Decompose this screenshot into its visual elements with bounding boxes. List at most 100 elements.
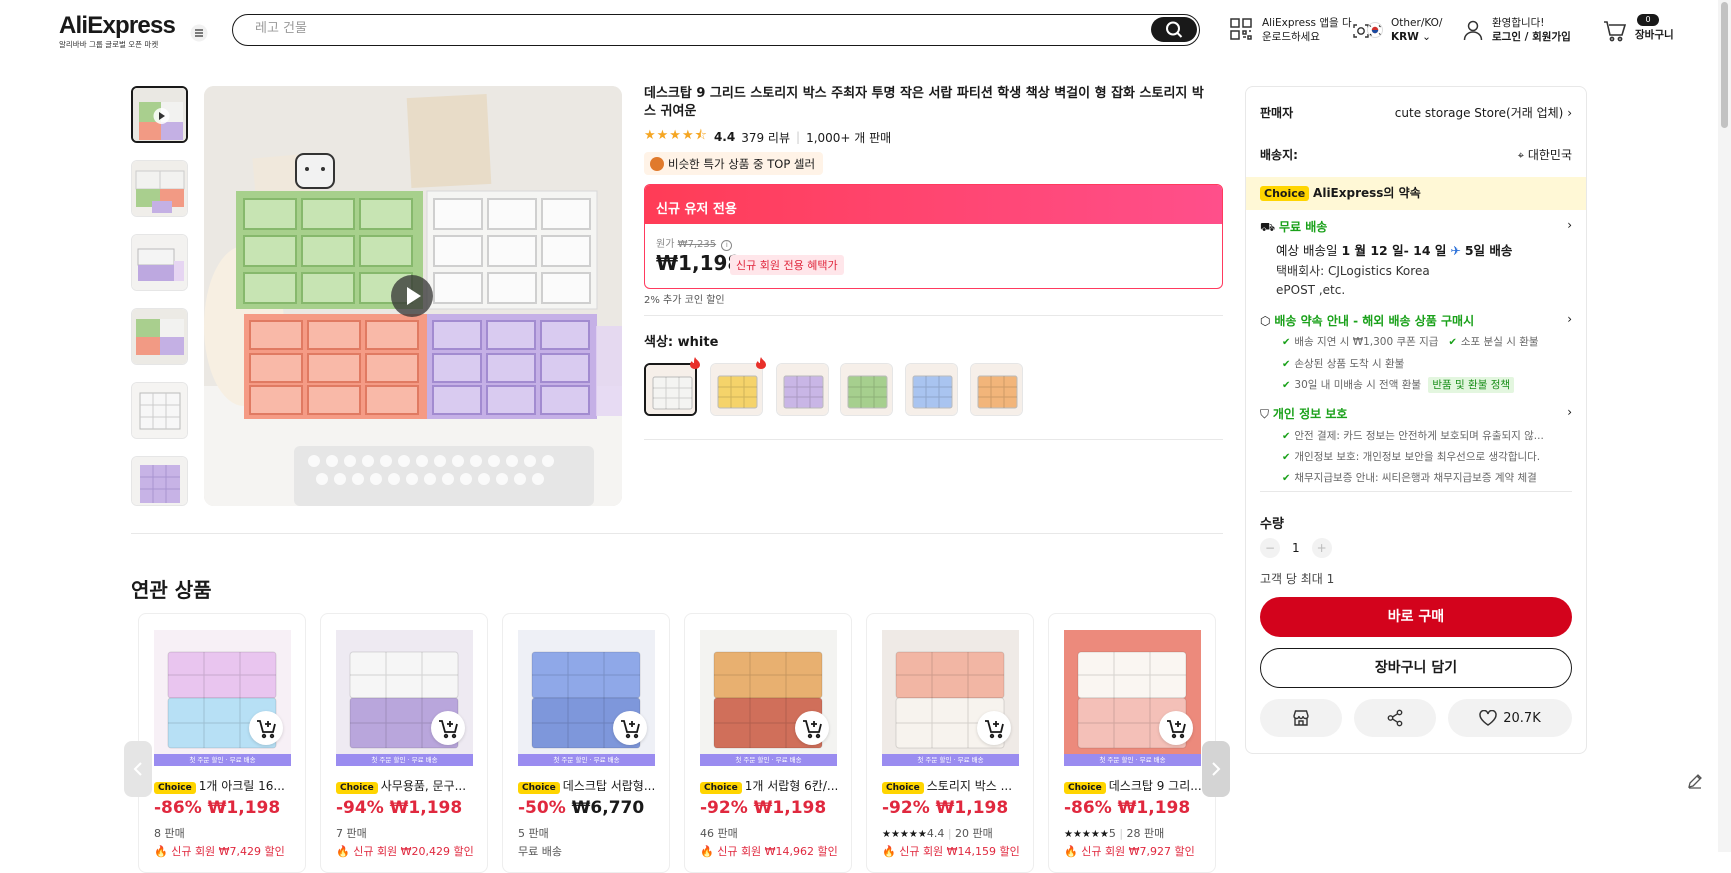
color-swatch-yellow[interactable]	[710, 363, 763, 416]
free-shipping-row[interactable]: ⛟ 무료 배송 ›	[1260, 218, 1572, 236]
scrollbar-thumb[interactable]	[1721, 2, 1728, 128]
card-title: Choice 데스크탑 서랍형...	[518, 777, 655, 794]
heart-icon	[1479, 710, 1497, 726]
promo-band: 첫 주문 할인 · 무료 배송	[700, 754, 837, 766]
product-card[interactable]: 첫 주문 할인 · 무료 배송 Choice 데스크탑 서랍형... -50% ₩6,…	[502, 613, 670, 873]
app-download[interactable]: AliExpress 앱을 다 운로드하세요	[1230, 16, 1352, 44]
card-title: Choice 1개 서랍형 6칸/...	[700, 777, 838, 794]
thumbnail-image[interactable]	[131, 160, 188, 217]
privacy-line: ✔ 채무지급보증 안내: 씨티은행과 채무지급보증 계약 체결	[1282, 470, 1572, 485]
product-image[interactable]	[882, 630, 1019, 766]
add-to-cart-icon[interactable]	[1159, 711, 1193, 745]
color-swatch-blue[interactable]	[905, 363, 958, 416]
login-signup-link[interactable]: 로그인 / 회원가입	[1492, 31, 1571, 43]
thumbnail-image[interactable]	[131, 382, 188, 439]
product-main-image[interactable]	[204, 86, 622, 506]
product-card[interactable]: 첫 주문 할인 · 무료 배송 Choice 1개 아크릴 16... -86% ₩1…	[138, 613, 306, 873]
sold-count: 1,000+ 개 판매	[806, 130, 892, 145]
product-card[interactable]: 첫 주문 할인 · 무료 배송 Choice 사무용품, 문구... -94% ₩1,…	[320, 613, 488, 873]
add-to-cart-icon[interactable]	[613, 711, 647, 745]
share-button[interactable]	[1354, 699, 1436, 737]
card-sold: 20 판매	[955, 827, 993, 840]
search-button[interactable]	[1151, 17, 1197, 42]
scrollbar-track[interactable]	[1718, 0, 1731, 852]
choice-badge: Choice	[154, 782, 196, 794]
user-icon	[1462, 19, 1484, 41]
privacy-row[interactable]: ⛉ 개인 정보 보호 ›	[1260, 405, 1572, 422]
menu-icon[interactable]	[190, 24, 208, 42]
increase-button[interactable]: +	[1311, 538, 1332, 558]
cart-link[interactable]: 0 장바구니	[1603, 14, 1674, 42]
check-icon: ✔	[1282, 359, 1291, 370]
product-card[interactable]: 첫 주문 할인 · 무료 배송 Choice 데스크탑 9 그리... -86% ₩1…	[1048, 613, 1216, 873]
refund-policy-link[interactable]: 반품 및 환불 정책	[1428, 377, 1515, 393]
add-to-cart-icon[interactable]	[977, 711, 1011, 745]
card-sold: 7 판매	[336, 827, 367, 840]
buy-now-button[interactable]: 바로 구매	[1260, 597, 1572, 637]
choice-badge: Choice	[336, 782, 378, 794]
thumbnail-image[interactable]	[131, 456, 188, 506]
choice-badge: Choice	[1260, 186, 1310, 201]
account-menu[interactable]: 환영합니다! 로그인 / 회원가입	[1462, 16, 1571, 44]
rating-row[interactable]: ★★★★⯪ 4.4 379 리뷰 | 1,000+ 개 판매	[644, 126, 891, 148]
product-image[interactable]	[1064, 630, 1201, 766]
color-swatch-purple[interactable]	[776, 363, 829, 416]
decrease-button[interactable]: −	[1260, 538, 1280, 558]
guarantee-item: 배송 지연 시 ₩1,300 쿠폰 지급	[1294, 336, 1439, 348]
carousel-prev-button[interactable]	[124, 741, 152, 797]
choice-badge: Choice	[1064, 782, 1106, 794]
product-card[interactable]: 첫 주문 할인 · 무료 배송 Choice 1개 서랍형 6칸/... -92% ₩…	[684, 613, 852, 873]
region-line-1: Other/KO/	[1391, 17, 1443, 29]
search-input[interactable]	[255, 21, 1015, 36]
app-line-2: 운로드하세요	[1262, 31, 1320, 43]
add-to-cart-icon[interactable]	[795, 711, 829, 745]
card-price: ₩6,770	[571, 798, 645, 818]
thumbnail-image[interactable]	[131, 308, 188, 365]
carousel-next-button[interactable]	[1202, 741, 1230, 797]
check-icon: ✔	[1282, 431, 1291, 442]
edit-feedback-icon[interactable]	[1686, 772, 1704, 790]
seller-row[interactable]: 판매자 cute storage Store(거래 업체) ›	[1260, 104, 1572, 121]
add-to-cart-icon[interactable]	[249, 711, 283, 745]
privacy-item: 채무지급보증 안내: 씨티은행과 채무지급보증 계약 체결	[1294, 472, 1537, 484]
wishlist-button[interactable]: 20.7K	[1448, 699, 1572, 737]
privacy-shield-icon: ⛉	[1260, 407, 1270, 421]
product-title: 데스크탑 9 그리드 스토리지 박스 주최자 투명 작은 서랍 파티션 학생 책…	[644, 86, 1204, 119]
hot-flame-icon	[690, 357, 700, 369]
thumbnail-image[interactable]	[131, 234, 188, 291]
card-coupon: 무료 배송	[518, 843, 562, 859]
quantity-value[interactable]: 1	[1292, 541, 1300, 555]
aliexpress-logo[interactable]: AliExpress 알리바바 그룹 글로벌 오픈 마켓	[59, 12, 176, 50]
color-swatch-orange[interactable]	[970, 363, 1023, 416]
badge-icon	[650, 156, 664, 171]
card-sold-row: 7 판매	[336, 825, 367, 841]
add-to-cart-icon[interactable]	[431, 711, 465, 745]
product-image[interactable]	[518, 630, 655, 766]
card-coupon: 🔥 신규 회원 ₩14,962 할인	[700, 843, 838, 859]
product-image[interactable]	[700, 630, 837, 766]
seller-name: cute storage Store(거래 업체)	[1394, 106, 1564, 120]
card-coupon: 🔥 신규 회원 ₩7,429 할인	[154, 843, 285, 859]
store-button[interactable]	[1260, 699, 1342, 737]
add-to-cart-button[interactable]: 장바구니 담기	[1260, 648, 1572, 688]
info-icon[interactable]: i	[721, 240, 733, 251]
product-card[interactable]: 첫 주문 할인 · 무료 배송 Choice 스토리지 박스 ... -92% ₩1,…	[866, 613, 1034, 873]
color-swatch-green[interactable]	[840, 363, 893, 416]
ship-to-row[interactable]: 배송지: ⌖ 대한민국	[1260, 146, 1572, 163]
delivery-guarantee-row[interactable]: ⬡ 배송 약속 안내 - 해외 배송 상품 구매시 ›	[1260, 312, 1572, 329]
product-image[interactable]	[154, 630, 291, 766]
video-play-icon[interactable]	[390, 274, 434, 318]
card-price: ₩1,198	[207, 798, 281, 818]
welcome-text: 환영합니다!	[1492, 17, 1545, 29]
color-label: 색상: white	[644, 335, 719, 350]
chevron-right-icon: ›	[1567, 106, 1572, 120]
product-image[interactable]	[336, 630, 473, 766]
original-price-value: ₩7,235	[677, 239, 717, 250]
card-sold: 5 판매	[518, 827, 549, 840]
thumbnail-video[interactable]	[131, 86, 188, 143]
color-swatch-white[interactable]	[644, 363, 697, 416]
card-discount: -86%	[1064, 798, 1112, 818]
region-currency-selector[interactable]: Other/KO/ KRW ⌄	[1367, 16, 1442, 44]
review-count[interactable]: 379 리뷰	[741, 129, 790, 146]
plane-icon: ✈	[1450, 243, 1461, 258]
